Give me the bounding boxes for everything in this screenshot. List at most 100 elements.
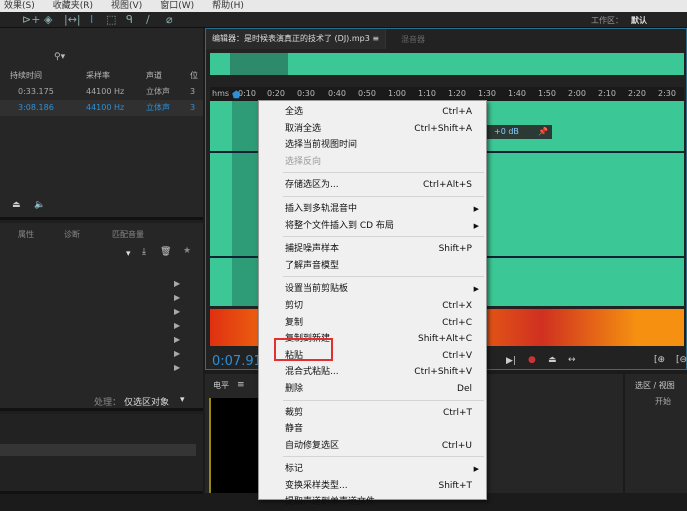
- zoom-out-icon[interactable]: [⊖: [676, 355, 687, 365]
- tick: 2:00: [568, 89, 586, 98]
- marquee-tool-icon[interactable]: ⬚: [106, 13, 116, 26]
- menu-item-2[interactable]: 选择当前视图时间: [259, 137, 486, 154]
- menu-item-0[interactable]: 全选 Ctrl+A: [259, 104, 486, 121]
- sample-rate: 44100 Hz: [86, 103, 125, 112]
- timeline-ruler[interactable]: hms 0:10 0:20 0:30 0:40 0:50 1:00 1:10 1:20 1:30…: [210, 87, 684, 101]
- gain-value[interactable]: +0 dB: [494, 127, 519, 136]
- tick: 0:50: [358, 89, 376, 98]
- insert-icon[interactable]: ⏏: [12, 200, 21, 210]
- menu-item-label: 取消全选: [285, 123, 322, 134]
- menu-item-label: 了解声音模型: [285, 260, 340, 271]
- menu-item-21[interactable]: 裁剪 Ctrl+T: [259, 405, 486, 422]
- workspace-label: 工作区：: [591, 16, 623, 25]
- process-dropdown[interactable]: 仅选区对象: [124, 395, 169, 408]
- col-bits[interactable]: 位: [190, 68, 198, 84]
- menu-item-23[interactable]: 自动修复选区 Ctrl+U: [259, 438, 486, 455]
- razor-tool-icon[interactable]: ◈: [44, 13, 52, 26]
- panel-menu-icon[interactable]: ≡: [372, 34, 379, 43]
- context-menu: 全选 Ctrl+A 取消全选 Ctrl+Shift+A 选择当前视图时间 选择反向 存储选区…: [258, 100, 487, 507]
- playhead-icon[interactable]: ⬟: [232, 90, 241, 101]
- menu-item-label: 裁剪: [285, 407, 304, 418]
- expand-arrows[interactable]: ▶ ▶ ▶ ▶ ▶ ▶ ▶: [174, 277, 180, 375]
- autoplay-icon[interactable]: 🔈: [34, 200, 45, 210]
- menu-item-10[interactable]: 捕捉噪声样本 Shift+P: [259, 241, 486, 258]
- menu-item-label: 插入到多轨混音中: [285, 203, 358, 214]
- menu-item-1[interactable]: 取消全选 Ctrl+Shift+A: [259, 121, 486, 138]
- tick: 0:40: [328, 89, 346, 98]
- channels: 立体声: [146, 87, 170, 96]
- menu-view[interactable]: 视图(V): [111, 1, 142, 11]
- menu-item-8[interactable]: 将整个文件插入到 CD 布局 ▶: [259, 218, 486, 235]
- menu-item-label: 变换采样类型...: [285, 480, 348, 491]
- menu-item-27[interactable]: 提取声道到单声道文件: [259, 494, 486, 511]
- record-icon[interactable]: ●: [528, 355, 536, 365]
- tab-properties[interactable]: 属性: [18, 229, 34, 240]
- dropdown-icon[interactable]: ▾: [126, 249, 131, 259]
- menu-item-shortcut: Ctrl+Shift+V: [414, 367, 472, 378]
- menu-item-label: 提取声道到单声道文件: [285, 497, 376, 508]
- tab-diagnostics[interactable]: 诊断: [64, 229, 80, 240]
- spot-healing-tool-icon[interactable]: ⌀: [166, 13, 173, 26]
- tick: 1:20: [448, 89, 466, 98]
- tab-match-loudness[interactable]: 匹配音量: [112, 229, 144, 240]
- menu-item-label: 设置当前剪贴板: [285, 284, 349, 295]
- pin-icon[interactable]: 📌: [538, 125, 548, 139]
- next-icon[interactable]: ▶|: [506, 356, 516, 366]
- zoom-in-icon[interactable]: [⊕: [654, 355, 665, 365]
- favorite-star-icon[interactable]: ★: [183, 246, 191, 256]
- menu-item-14[interactable]: 剪切 Ctrl+X: [259, 298, 486, 315]
- overview-viewport[interactable]: [230, 53, 288, 75]
- menu-favorites[interactable]: 收藏夹(R): [53, 1, 93, 11]
- save-preset-icon[interactable]: ⤓: [142, 247, 146, 257]
- menu-item-15[interactable]: 复制 Ctrl+C: [259, 315, 486, 332]
- menu-item-label: 将整个文件插入到 CD 布局: [285, 220, 394, 231]
- gain-hud[interactable]: +0 dB 📌: [484, 125, 552, 139]
- tick: 1:10: [418, 89, 436, 98]
- menu-item-18[interactable]: 混合式粘贴... Ctrl+Shift+V: [259, 364, 486, 381]
- file-row[interactable]: 0:33.175 44100 Hz 立体声 3: [0, 84, 203, 100]
- tab-mixer[interactable]: 混音器: [401, 34, 425, 45]
- delete-icon[interactable]: 🗑: [160, 247, 171, 257]
- skip-icon[interactable]: ↔: [568, 355, 576, 365]
- workspace[interactable]: 工作区： 默认: [591, 15, 647, 26]
- menu-item-25[interactable]: 标记 ▶: [259, 461, 486, 478]
- duration: 0:33.175: [18, 87, 54, 96]
- menu-item-shortcut: Ctrl+C: [442, 317, 472, 328]
- bits: 3: [190, 103, 196, 112]
- menu-item-shortcut: Shift+T: [438, 480, 473, 491]
- file-row-selected[interactable]: 3:08.186 44100 Hz 立体声 3: [0, 100, 203, 116]
- menu-item-label: 标记: [285, 464, 304, 475]
- col-channels[interactable]: 声道: [146, 68, 162, 84]
- time-selection-tool-icon[interactable]: I: [90, 13, 93, 26]
- col-sample-rate[interactable]: 采样率: [86, 68, 110, 84]
- loop-icon[interactable]: ⏏: [548, 355, 557, 365]
- brush-tool-icon[interactable]: /: [146, 13, 150, 26]
- menu-effects[interactable]: 效果(S): [4, 1, 35, 11]
- move-tool-icon[interactable]: ⊳+: [22, 13, 40, 26]
- tick: 1:40: [508, 89, 526, 98]
- menu-item-11[interactable]: 了解声音模型: [259, 258, 486, 275]
- menu-item-shortcut: Ctrl+A: [442, 107, 472, 117]
- menu-item-shortcut: Ctrl+Shift+A: [414, 123, 472, 134]
- tab-editor[interactable]: 编辑器：是时候表演真正的技术了 (DJ).mp3 ≡: [206, 29, 387, 49]
- search-icon[interactable]: ⚲▾: [54, 52, 65, 62]
- menu-item-26[interactable]: 变换采样类型... Shift+T: [259, 478, 486, 495]
- menu-item-5[interactable]: 存储选区为... Ctrl+Alt+S: [259, 177, 486, 194]
- workspace-value[interactable]: 默认: [631, 16, 647, 25]
- col-duration[interactable]: 持续时间: [10, 68, 42, 84]
- overview-bar[interactable]: [210, 53, 684, 75]
- menu-item-19[interactable]: 删除 Del: [259, 381, 486, 398]
- list-row[interactable]: [0, 444, 196, 456]
- chevron-down-icon[interactable]: ▾: [180, 395, 185, 405]
- menu-item-7[interactable]: 插入到多轨混音中 ▶: [259, 201, 486, 218]
- menu-item-13[interactable]: 设置当前剪贴板 ▶: [259, 281, 486, 298]
- menu-item-label: 复制: [285, 317, 304, 328]
- submenu-arrow-icon: ▶: [473, 465, 479, 474]
- menu-window[interactable]: 窗口(W): [160, 1, 194, 11]
- tick: 1:30: [478, 89, 496, 98]
- panel-menu-icon[interactable]: ≡: [237, 380, 245, 390]
- slip-tool-icon[interactable]: |↔|: [64, 13, 81, 26]
- menu-item-22[interactable]: 静音: [259, 421, 486, 438]
- menu-help[interactable]: 帮助(H): [212, 1, 244, 11]
- lasso-tool-icon[interactable]: ᑫ: [126, 13, 133, 26]
